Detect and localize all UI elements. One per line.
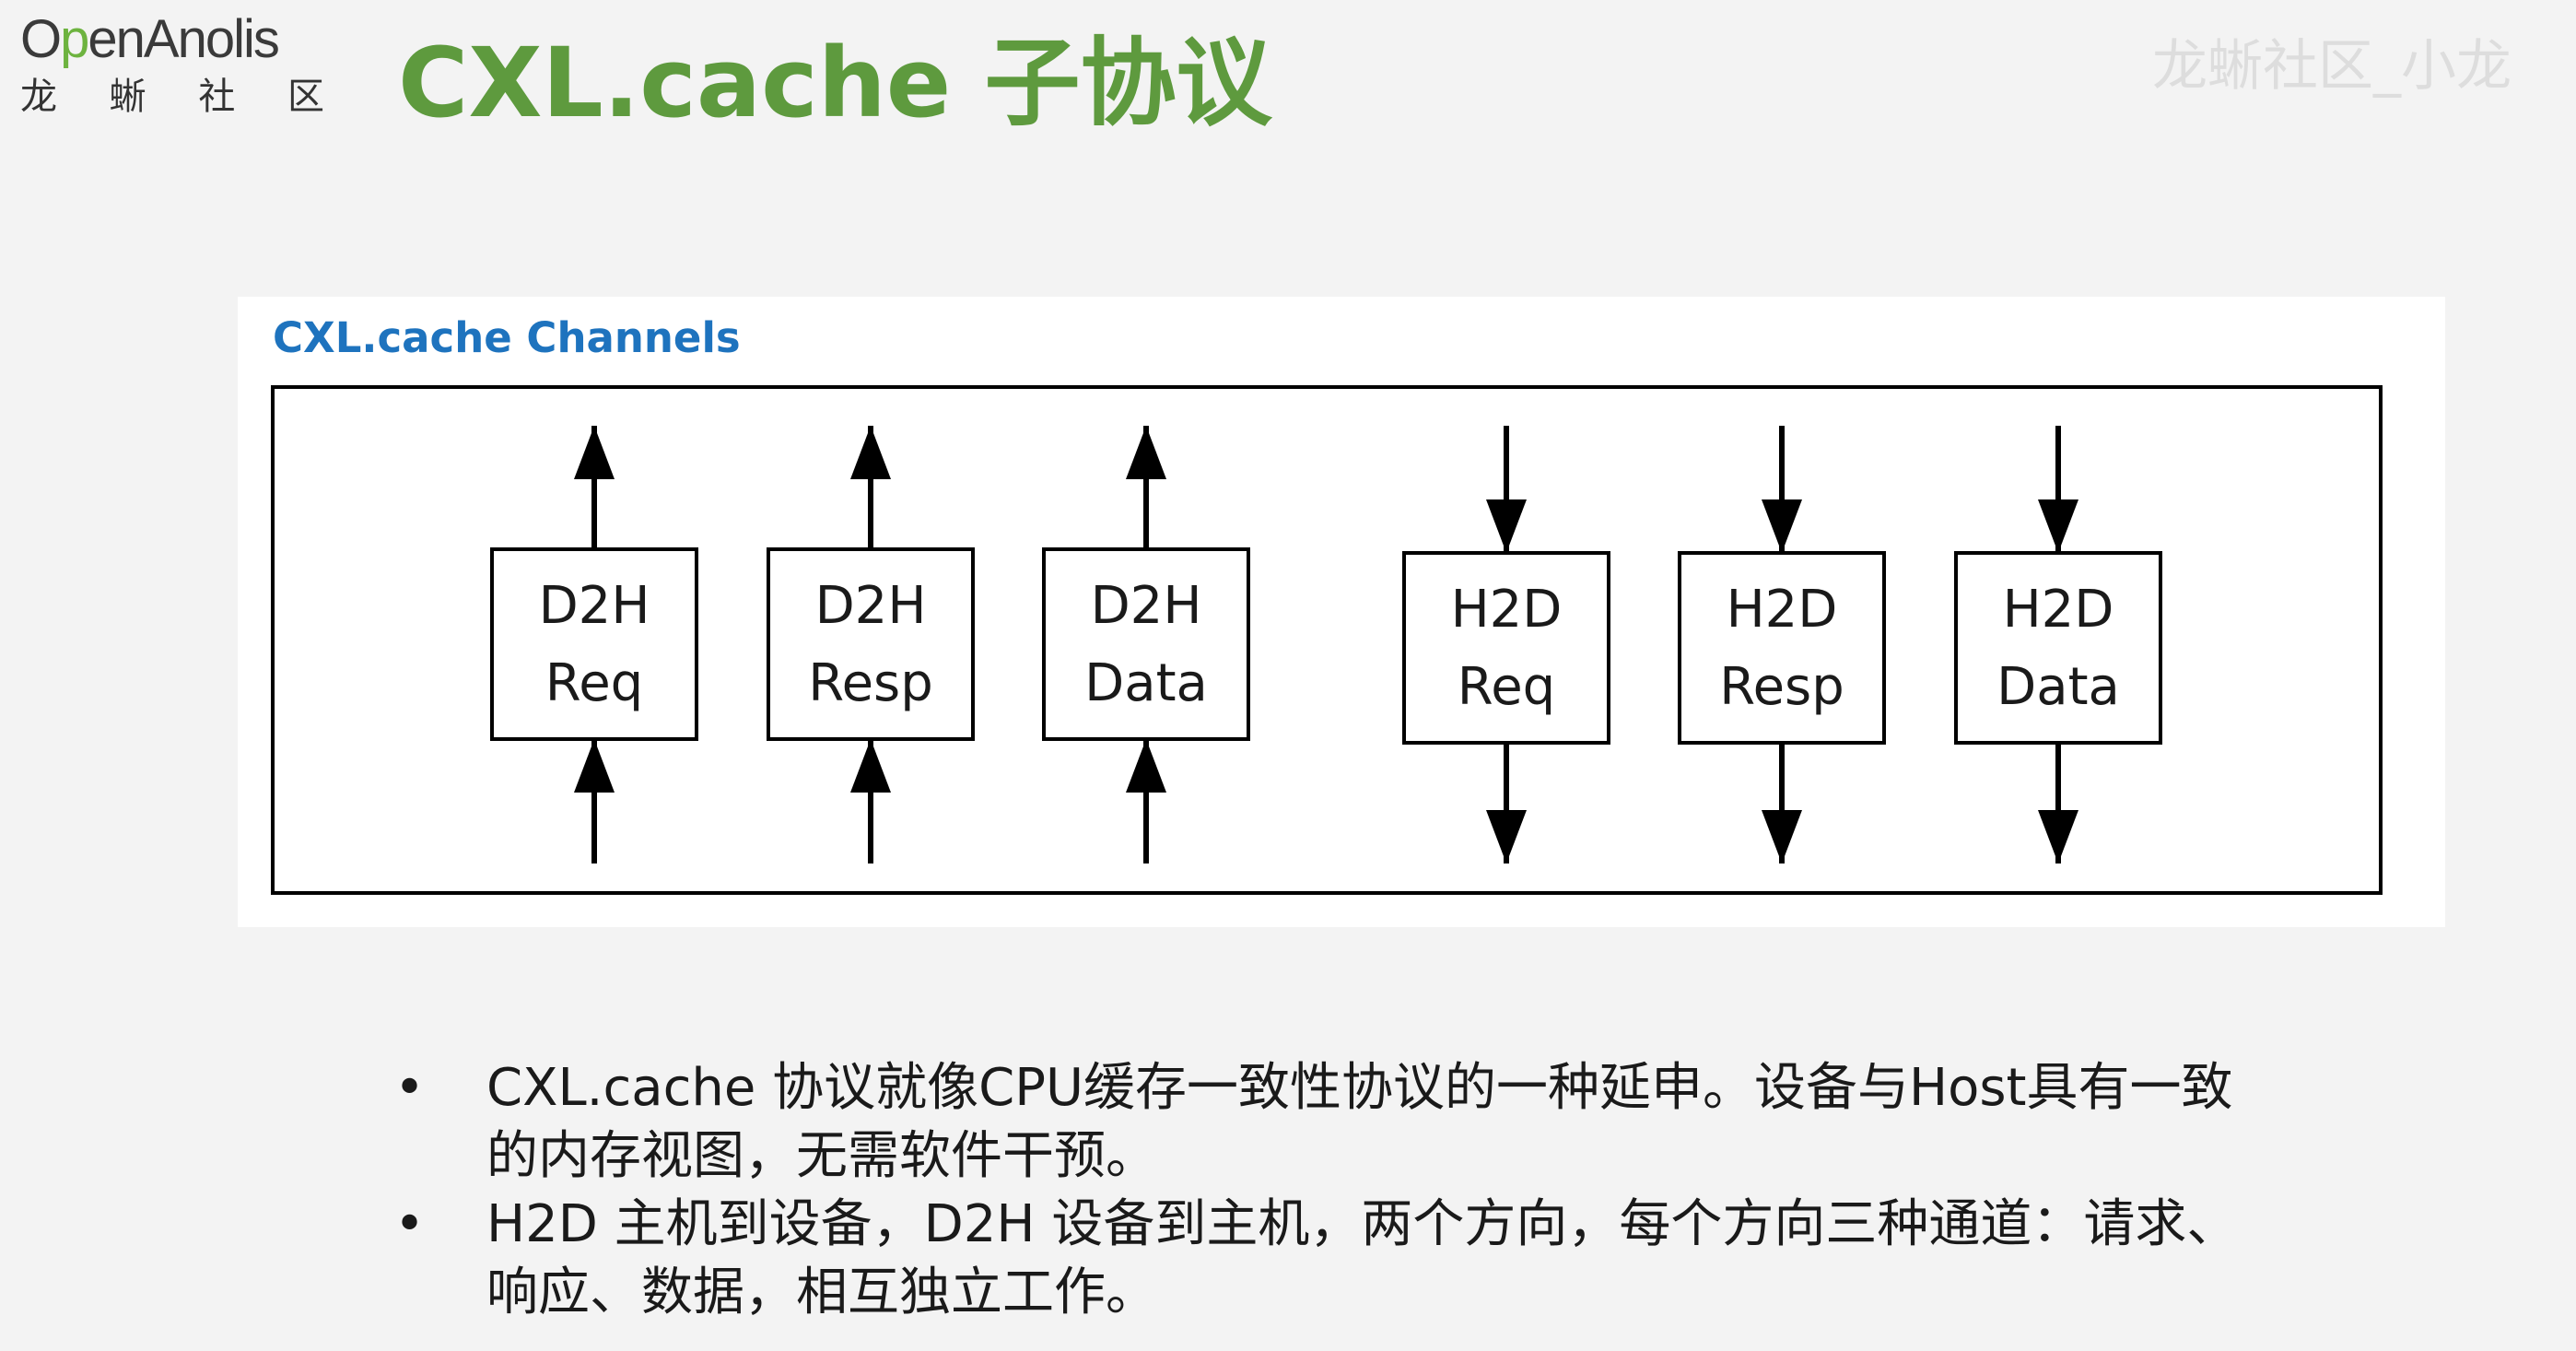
channel-label-line2: Req	[1458, 657, 1555, 717]
down-arrow-icon	[2038, 743, 2078, 863]
logo-char: 蜥	[109, 76, 146, 118]
channels-diagram: D2H Req D2H Resp D2H Data H2D Req H2D Resp H2D Data	[271, 385, 2383, 895]
slide-title: CXL.cache 子协议	[398, 27, 1272, 139]
up-arrow-icon	[574, 739, 615, 863]
channel-h2d-resp: H2D Resp	[1678, 426, 1886, 863]
logo-chinese: 龙 蜥 社 区	[20, 74, 324, 120]
down-arrow-icon	[1486, 426, 1527, 553]
channel-label-line1: D2H	[1091, 576, 1202, 636]
channel-label-line1: D2H	[815, 576, 927, 636]
bullet-line: 响应、数据，相互独立工作。	[486, 1263, 1157, 1322]
down-arrow-icon	[1762, 743, 1802, 863]
channel-label-line2: Data	[1996, 657, 2120, 717]
channel-label-line1: H2D	[2003, 580, 2114, 640]
logo-char: 区	[287, 76, 324, 118]
bullet-item: • CXL.cache 协议就像CPU缓存一致性协议的一种延申。设备与Host具…	[387, 1054, 2414, 1191]
bullet-line: CXL.cache 协议就像CPU缓存一致性协议的一种延申。设备与Host具有一…	[486, 1058, 2233, 1118]
channel-label-line1: H2D	[1727, 580, 1838, 640]
channel-label-line2: Resp	[808, 653, 933, 713]
channel-label-line1: H2D	[1451, 580, 1563, 640]
channel-d2h-data: D2H Data	[1042, 426, 1250, 863]
bullet-marker: •	[394, 1058, 426, 1118]
bullet-list: • CXL.cache 协议就像CPU缓存一致性协议的一种延申。设备与Host具…	[387, 1054, 2414, 1327]
logo-char: 龙	[20, 76, 57, 118]
bullet-item: • H2D 主机到设备，D2H 设备到主机，两个方向，每个方向三种通道：请求、 …	[387, 1191, 2414, 1327]
channel-h2d-req: H2D Req	[1402, 426, 1610, 863]
bullet-line: H2D 主机到设备，D2H 设备到主机，两个方向，每个方向三种通道：请求、	[486, 1194, 2239, 1254]
down-arrow-icon	[1486, 743, 1527, 863]
up-arrow-icon	[1126, 426, 1166, 549]
channels-figure: CXL.cache Channels D2H Req D2H Resp D2H Data H…	[238, 297, 2445, 927]
up-arrow-icon	[1126, 739, 1166, 863]
openanolis-logo: OpenAnolis 龙 蜥 社 区	[20, 7, 324, 127]
channel-label-line1: D2H	[539, 576, 650, 636]
bullet-marker: •	[394, 1194, 426, 1254]
channel-h2d-data: H2D Data	[1954, 426, 2162, 863]
watermark: 龙蜥社区_小龙	[2152, 34, 2512, 99]
bullet-line: 的内存视图，无需软件干预。	[486, 1126, 1157, 1186]
down-arrow-icon	[1762, 426, 1802, 553]
up-arrow-icon	[850, 739, 891, 863]
channel-d2h-req: D2H Req	[490, 426, 698, 863]
channel-label-line2: Resp	[1719, 657, 1844, 717]
down-arrow-icon	[2038, 426, 2078, 553]
up-arrow-icon	[850, 426, 891, 549]
channel-d2h-resp: D2H Resp	[767, 426, 975, 863]
logo-english: OpenAnolis	[20, 9, 280, 69]
channel-label-line2: Data	[1084, 653, 1208, 713]
logo-char: 社	[198, 76, 236, 118]
up-arrow-icon	[574, 426, 615, 549]
channel-label-line2: Req	[545, 653, 643, 713]
